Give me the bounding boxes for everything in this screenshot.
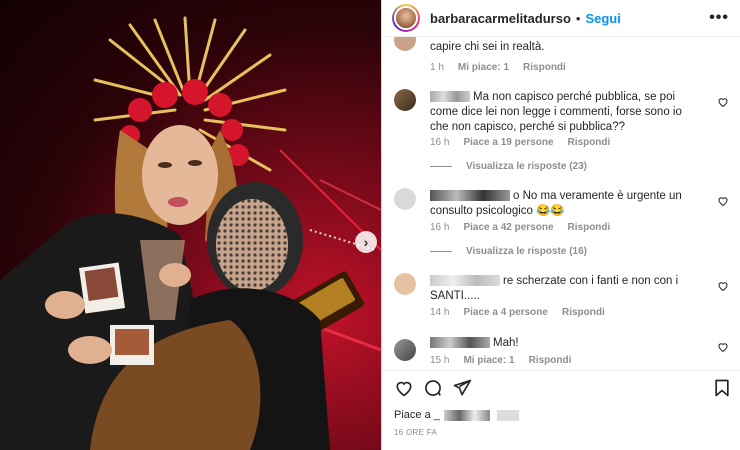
redacted-liker xyxy=(443,409,490,421)
separator-dot: • xyxy=(575,10,581,26)
redacted-username xyxy=(430,91,470,103)
reply-button[interactable]: Rispondi xyxy=(568,137,611,148)
redacted-username xyxy=(430,275,500,287)
reply-button[interactable]: Rispondi xyxy=(529,355,572,366)
view-replies-button[interactable]: Visualizza le risposte (16) xyxy=(430,246,587,257)
share-icon[interactable] xyxy=(452,378,472,398)
liked-by-label: Piace a _ xyxy=(394,409,440,421)
author-username[interactable]: barbaracarmelitadurso xyxy=(430,11,571,26)
commenter-avatar[interactable] xyxy=(394,188,416,210)
comment-likes[interactable]: Piace a 19 persone xyxy=(463,137,553,148)
comment-meta: 15 h Mi piace: 1 Rispondi xyxy=(430,355,571,366)
comment-meta: 16 h Piace a 42 persone Rispondi xyxy=(430,222,610,233)
like-comment-heart-icon[interactable] xyxy=(717,341,729,353)
redacted-username xyxy=(430,337,490,349)
view-replies-button[interactable]: Visualizza le risposte (23) xyxy=(430,161,587,172)
comment-text: capire chi sei in realtà. xyxy=(430,41,545,53)
comment-time: 1 h xyxy=(430,62,444,73)
comment-time: 16 h xyxy=(430,137,450,148)
comment-text: re scherzate con i fanti e non con i SAN… xyxy=(430,275,679,302)
comment-meta: 14 h Piace a 4 persone Rispondi xyxy=(430,307,605,318)
commenter-avatar[interactable] xyxy=(394,37,416,51)
post-header: barbaracarmelitadurso • Segui ••• xyxy=(382,0,740,37)
comment-time: 14 h xyxy=(430,307,450,318)
post-time: 16 ORE FA xyxy=(394,428,438,437)
comment-likes[interactable]: Piace a 42 persone xyxy=(463,222,553,233)
comment-text: o No ma veramente è urgente un consulto … xyxy=(430,190,682,217)
reply-button[interactable]: Rispondi xyxy=(562,307,605,318)
reply-button[interactable]: Rispondi xyxy=(523,62,566,73)
comment-likes[interactable]: Piace a 4 persone xyxy=(463,307,548,318)
next-photo-button[interactable]: › xyxy=(355,231,377,253)
comment-meta: 1 h Mi piace: 1 Rispondi xyxy=(430,62,566,73)
post-photo: › xyxy=(0,0,381,450)
comment-text: Mah! xyxy=(430,336,700,351)
photo-illustration xyxy=(0,16,381,450)
author-avatar[interactable] xyxy=(392,4,420,32)
comment-time: 16 h xyxy=(430,222,450,233)
redacted-liker xyxy=(496,409,519,421)
commenter-avatar[interactable] xyxy=(394,273,416,295)
comment-text: Ma non capisco perché pubblica, se poi c… xyxy=(430,91,682,133)
post-actions: Piace a _ 16 ORE FA xyxy=(382,370,740,450)
chevron-right-icon: › xyxy=(363,234,369,250)
comment-meta: 16 h Piace a 19 persone Rispondi xyxy=(430,137,610,148)
follow-button[interactable]: Segui xyxy=(585,11,620,26)
more-options-icon[interactable]: ••• xyxy=(709,9,729,27)
commenter-avatar[interactable] xyxy=(394,89,416,111)
redacted-username xyxy=(430,190,510,202)
post-side-panel: barbaracarmelitadurso • Segui ••• capire… xyxy=(381,0,740,450)
like-comment-heart-icon[interactable] xyxy=(717,96,729,108)
comment-likes[interactable]: Mi piace: 1 xyxy=(463,355,514,366)
bookmark-icon[interactable] xyxy=(712,378,732,398)
like-comment-heart-icon[interactable] xyxy=(717,280,729,292)
comment-time: 15 h xyxy=(430,355,450,366)
comments-list[interactable]: capire chi sei in realtà. 1 h Mi piace: … xyxy=(382,37,740,370)
like-comment-heart-icon[interactable] xyxy=(717,195,729,207)
commenter-avatar[interactable] xyxy=(394,339,416,361)
liked-by[interactable]: Piace a _ xyxy=(394,409,522,421)
comment-icon[interactable] xyxy=(423,378,443,398)
comment-likes[interactable]: Mi piace: 1 xyxy=(458,62,509,73)
heart-icon[interactable] xyxy=(394,378,414,398)
reply-button[interactable]: Rispondi xyxy=(568,222,611,233)
